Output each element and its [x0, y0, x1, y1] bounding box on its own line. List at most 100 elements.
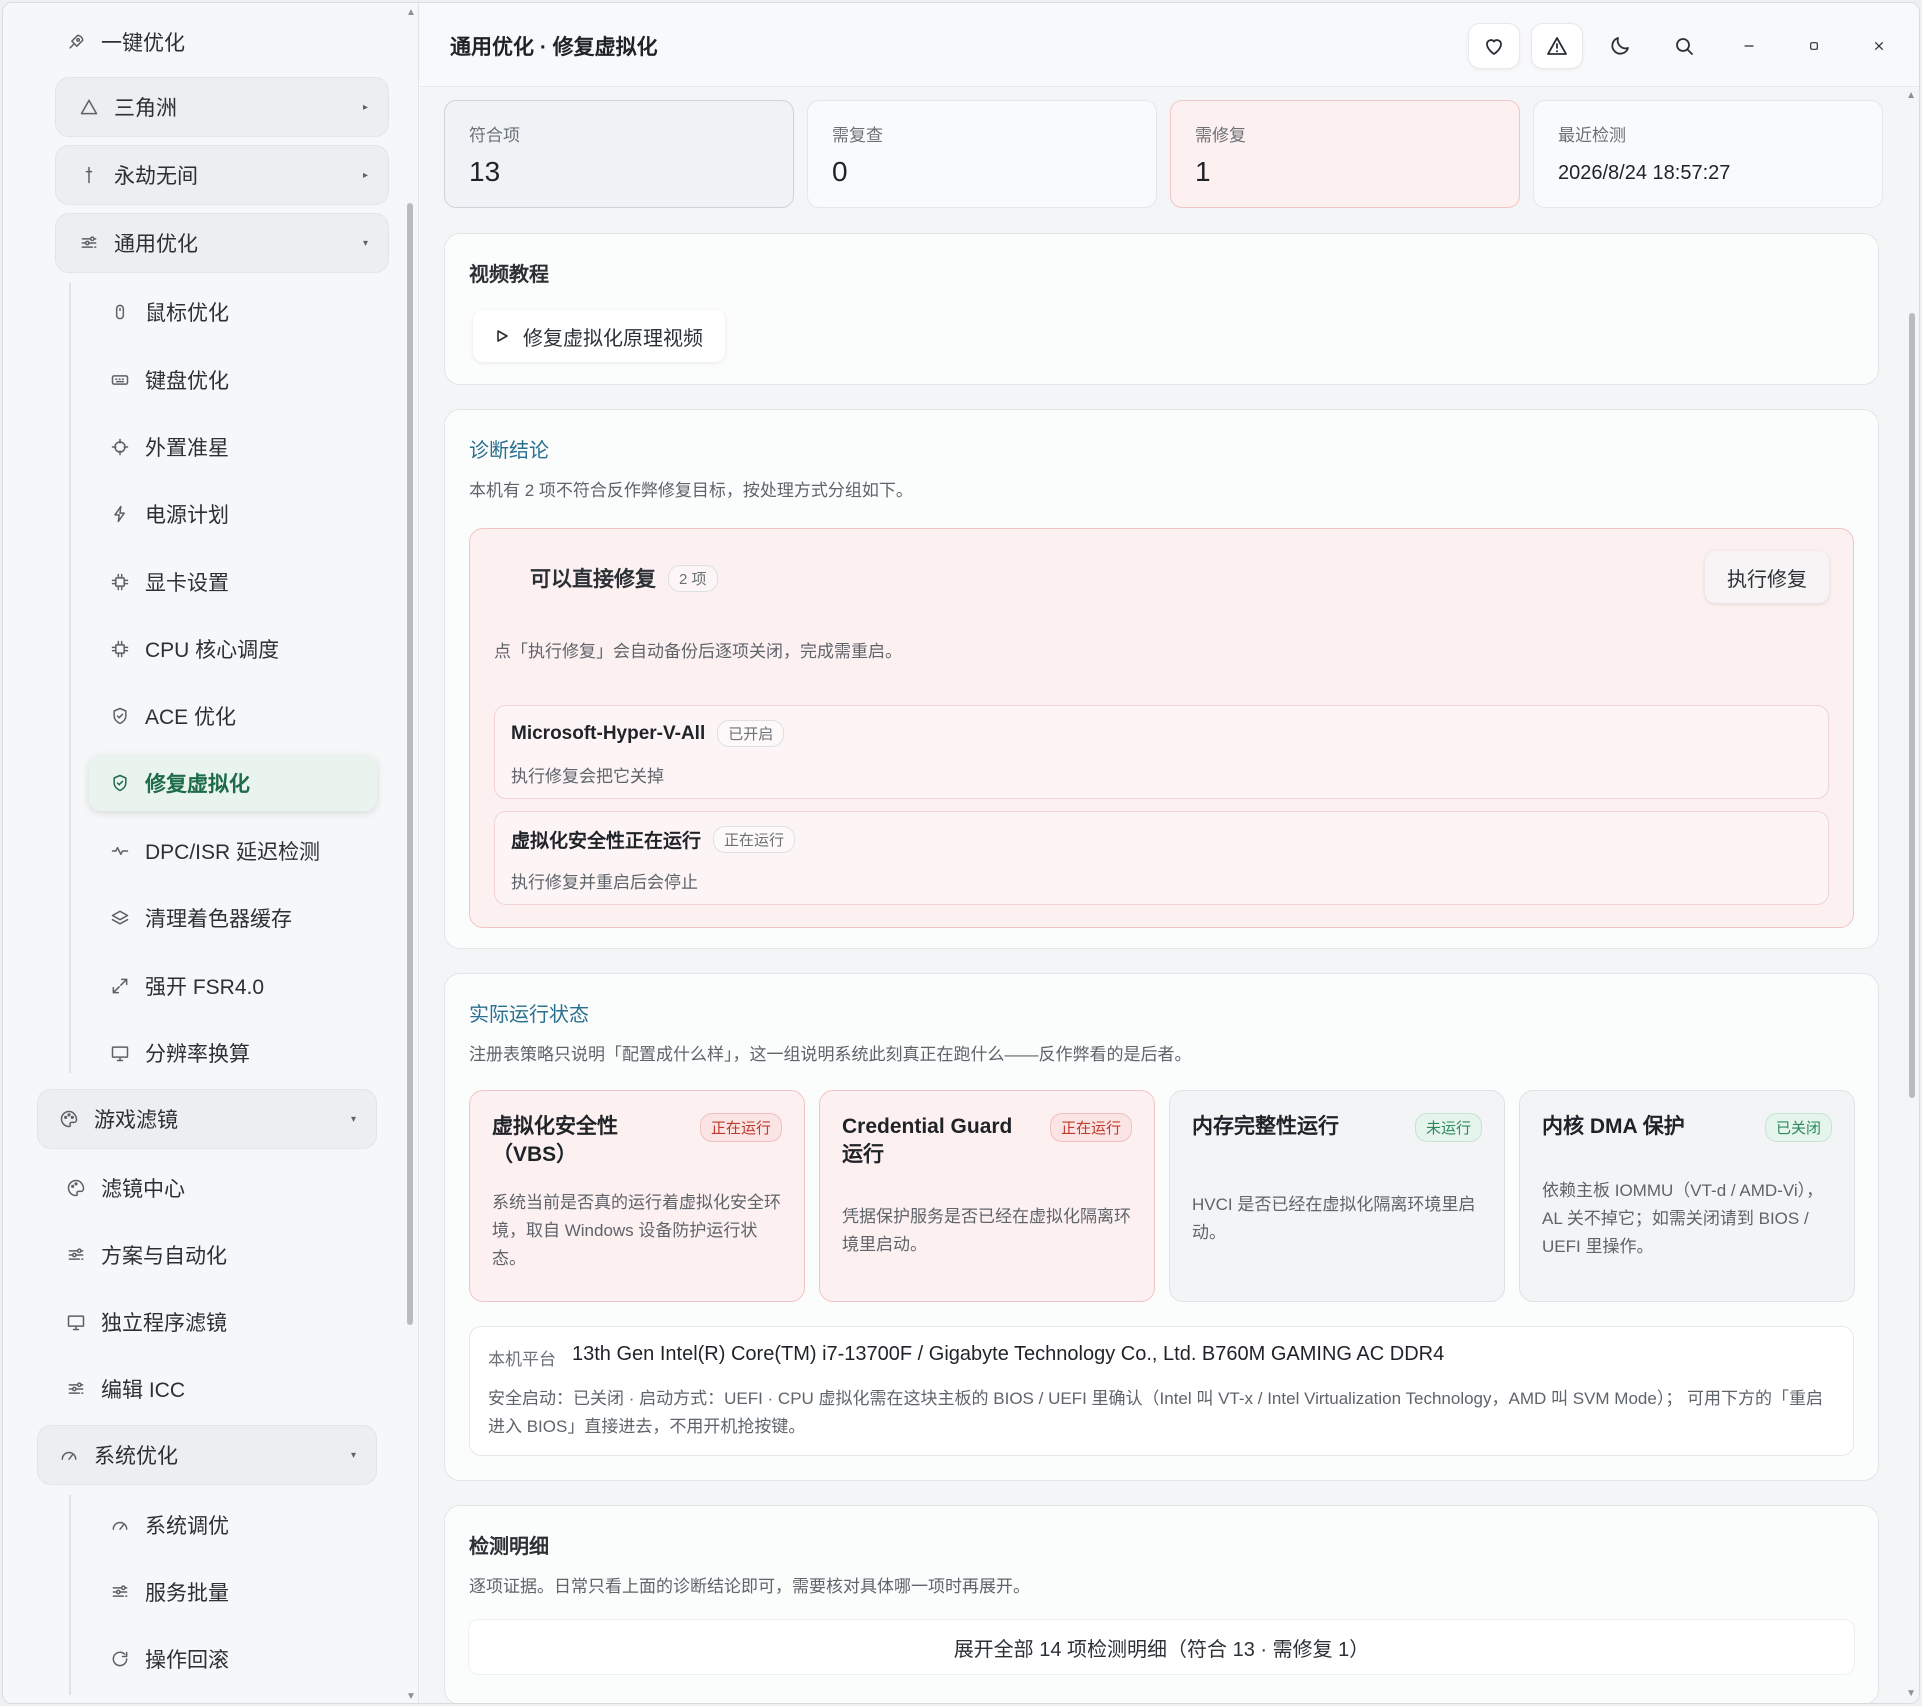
sidebar-item-dpc-latency[interactable]: DPC/ISR 延迟检测	[109, 834, 320, 868]
status-badge: 已关闭	[1764, 1113, 1832, 1142]
sidebar-item-crosshair[interactable]: 外置准星	[109, 430, 229, 464]
status-card-kernel-dma: 内核 DMA 保护 已关闭 依赖主板 IOMMU（VT-d / AMD-Vi），…	[1519, 1090, 1855, 1302]
card-title: 检测明细	[469, 1536, 549, 1558]
sidebar-group-label: 三角洲	[114, 97, 177, 120]
expand-arrows-icon	[109, 975, 131, 997]
sidebar-scrollbar[interactable]	[407, 203, 413, 1325]
status-card-desc: 依赖主板 IOMMU（VT-d / AMD-Vi），AL 关不掉它；如需关闭请到…	[1542, 1181, 1824, 1256]
sidebar-group-general[interactable]: 通用优化 ▾	[55, 213, 389, 273]
search-button[interactable]	[1658, 23, 1710, 69]
fix-item: 虚拟化安全性正在运行 正在运行 执行修复并重启后会停止	[494, 811, 1829, 905]
shield-check-icon	[109, 772, 131, 794]
sidebar-scroll-up-arrow[interactable]: ▲	[406, 7, 416, 18]
fix-item-name-text: 虚拟化安全性正在运行	[511, 831, 702, 852]
platform-info: 本机平台 13th Gen Intel(R) Core(TM) i7-13700…	[469, 1326, 1854, 1456]
header: 通用优化 · 修复虚拟化	[420, 3, 1919, 87]
sidebar-item-label: 方案与自动化	[101, 1245, 227, 1268]
sidebar-group-delta[interactable]: 三角洲 ▸	[55, 77, 389, 137]
sidebar-item-per-app-filter[interactable]: 独立程序滤镜	[65, 1305, 227, 1339]
sidebar-item-label: DPC/ISR 延迟检测	[145, 841, 321, 864]
sidebar-group-game-filter[interactable]: 游戏滤镜 ▾	[37, 1089, 377, 1149]
sidebar-item-presets-automation[interactable]: 方案与自动化	[65, 1238, 227, 1272]
sidebar-item-label: 操作回滚	[145, 1649, 229, 1672]
sidebar-item-power-plan[interactable]: 电源计划	[109, 497, 229, 531]
fix-item-name: Microsoft-Hyper-V-All 已开启	[511, 720, 785, 747]
fix-item-desc: 执行修复并重启后会停止	[511, 873, 698, 892]
status-badge: 正在运行	[699, 1113, 782, 1142]
breadcrumb: 通用优化 · 修复虚拟化	[450, 36, 658, 59]
caret-down-icon: ▾	[350, 1113, 356, 1125]
minimize-button[interactable]	[1723, 23, 1775, 69]
sidebar-item-filter-center[interactable]: 滤镜中心	[65, 1171, 185, 1205]
main-scroll-down-arrow[interactable]: ▼	[1906, 1688, 1916, 1699]
warning-icon	[1547, 37, 1567, 55]
maximize-button[interactable]	[1788, 23, 1840, 69]
sidebar-item-label: 修复虚拟化	[145, 773, 250, 796]
main-scroll-up-arrow[interactable]: ▲	[1906, 90, 1916, 101]
sidebar-group-naraka[interactable]: 永劫无间 ▸	[55, 145, 389, 205]
stat-needs-fix[interactable]: 需修复 1	[1170, 100, 1520, 208]
sidebar-scroll-down-arrow[interactable]: ▼	[406, 1691, 416, 1702]
sidebar-item-one-click-optimize[interactable]: 一键优化	[65, 25, 185, 59]
sliders-icon	[65, 1244, 87, 1266]
fixable-group-note: 点「执行修复」会自动备份后逐项关闭，完成需重启。	[494, 642, 902, 661]
sidebar-item-label: 显卡设置	[145, 572, 229, 595]
close-icon	[1875, 42, 1883, 50]
sidebar-item-label: 滤镜中心	[101, 1178, 185, 1201]
main-scrollbar[interactable]	[1909, 313, 1915, 1098]
status-card-desc: 凭据保护服务是否已经在虚拟化隔离环境里启动。	[842, 1207, 1131, 1254]
search-icon	[1676, 38, 1693, 55]
sidebar-item-keyboard[interactable]: 键盘优化	[109, 363, 229, 397]
sliders-icon	[109, 1581, 131, 1603]
maximize-icon	[1810, 42, 1818, 50]
sidebar-item-resolution[interactable]: 分辨率换算	[109, 1036, 250, 1070]
sidebar-item-edit-icc[interactable]: 编辑 ICC	[65, 1372, 185, 1406]
sidebar-item-ace[interactable]: ACE 优化	[109, 699, 236, 733]
sidebar-item-service-batch[interactable]: 服务批量	[109, 1575, 229, 1609]
status-card-title: 内核 DMA 保护	[1542, 1115, 1685, 1138]
close-button[interactable]	[1853, 23, 1905, 69]
sidebar-group-system[interactable]: 系统优化 ▾	[37, 1425, 377, 1485]
sidebar-item-cpu[interactable]: CPU 核心调度	[109, 632, 279, 666]
stat-label: 最近检测	[1558, 126, 1626, 145]
sidebar-item-gpu[interactable]: 显卡设置	[109, 565, 229, 599]
sidebar-item-label: CPU 核心调度	[145, 639, 280, 662]
status-card-title: Credential Guard 运行	[842, 1115, 1013, 1166]
keyboard-icon	[109, 369, 131, 391]
stat-value: 13	[469, 156, 501, 187]
crosshair-icon	[109, 436, 131, 458]
submenu-guide-line	[69, 283, 71, 1073]
status-card-credential-guard: Credential Guard 运行 正在运行 凭据保护服务是否已经在虚拟化隔…	[819, 1090, 1155, 1302]
sidebar-item-rollback[interactable]: 操作回滚	[109, 1642, 229, 1676]
palette-icon	[58, 1108, 80, 1130]
sidebar-item-label: 服务批量	[145, 1582, 229, 1605]
runtime-status-card: 实际运行状态 注册表策略只说明「配置成什么样」，这一组说明系统此刻真正在跑什么—…	[444, 973, 1879, 1481]
stat-label: 需复查	[832, 126, 883, 145]
watch-video-button[interactable]: 修复虚拟化原理视频	[473, 310, 725, 362]
sidebar-item-system-tuning[interactable]: 系统调优	[109, 1508, 229, 1542]
warning-button[interactable]	[1531, 23, 1583, 69]
stat-label: 符合项	[469, 126, 520, 145]
stat-recheck[interactable]: 需复查 0	[807, 100, 1157, 208]
theme-toggle-button[interactable]	[1594, 23, 1646, 69]
expand-details-button[interactable]: 展开全部 14 项检测明细（符合 13 · 需修复 1）	[469, 1620, 1854, 1674]
favorite-button[interactable]	[1468, 23, 1520, 69]
sidebar-item-label: 电源计划	[145, 504, 229, 527]
execute-fix-button[interactable]: 执行修复	[1705, 551, 1829, 603]
stat-compliant[interactable]: 符合项 13	[444, 100, 794, 208]
status-badge: 正在运行	[713, 826, 796, 853]
sidebar-item-fix-virtualization[interactable]: 修复虚拟化	[89, 755, 377, 811]
sidebar-item-shader-cache[interactable]: 清理着色器缓存	[109, 901, 292, 935]
caret-right-icon: ▸	[362, 101, 368, 113]
chip-icon	[109, 638, 131, 660]
gauge-icon	[109, 1514, 131, 1536]
sidebar-item-fsr[interactable]: 强开 FSR4.0	[109, 969, 264, 1003]
sidebar-item-mouse[interactable]: 鼠标优化	[109, 295, 229, 329]
sword-icon	[78, 164, 100, 186]
card-description: 逐项证据。日常只看上面的诊断结论即可，需要核对具体哪一项时再展开。	[469, 1577, 1030, 1596]
stat-value: 1	[1195, 156, 1211, 187]
stat-last-check: 最近检测 2026/8/24 18:57:27	[1533, 100, 1883, 208]
details-card: 检测明细 逐项证据。日常只看上面的诊断结论即可，需要核对具体哪一项时再展开。 展…	[444, 1505, 1879, 1703]
sidebar-group-label: 通用优化	[114, 233, 198, 256]
video-tutorial-card: 视频教程 修复虚拟化原理视频	[444, 233, 1879, 385]
